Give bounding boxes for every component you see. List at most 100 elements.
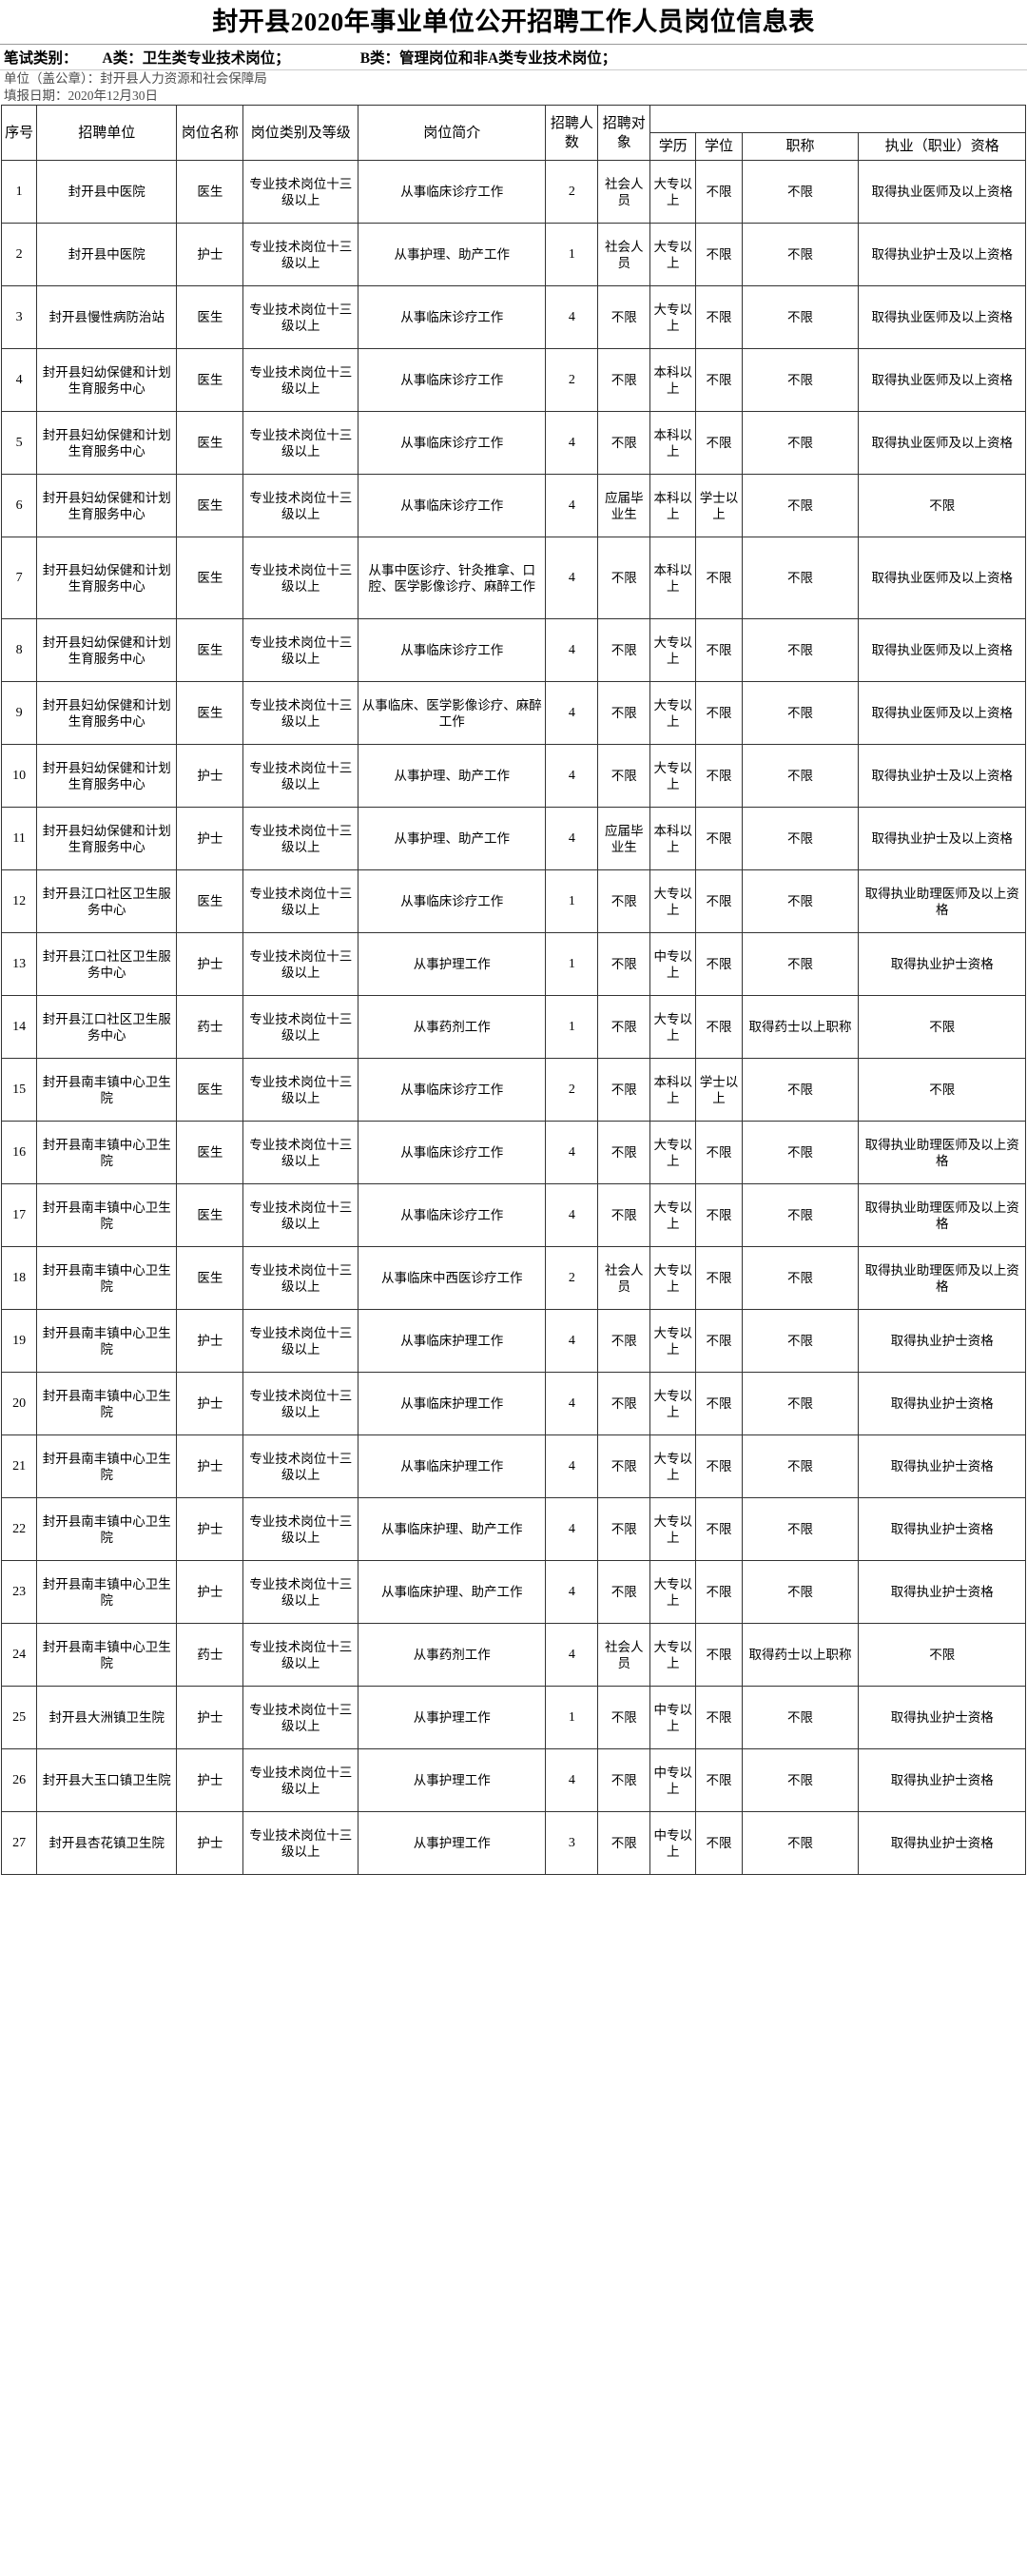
cell-job-title: 不限 xyxy=(741,1497,860,1561)
cell-post-category: 专业技术岗位十三级以上 xyxy=(242,618,359,682)
cell-degree: 不限 xyxy=(695,1560,743,1624)
cell-education: 本科以上 xyxy=(649,537,697,619)
cell-education: 大专以上 xyxy=(649,1246,697,1310)
cell-headcount: 1 xyxy=(545,932,599,996)
cell-target: 不限 xyxy=(597,1560,651,1624)
cell-post-category: 专业技术岗位十三级以上 xyxy=(242,995,359,1059)
cell-target: 社会人员 xyxy=(597,1623,651,1687)
cell-target: 社会人员 xyxy=(597,223,651,286)
cell-degree: 不限 xyxy=(695,1121,743,1184)
cell-post-desc: 从事护理、助产工作 xyxy=(358,744,547,808)
cell-degree: 不限 xyxy=(695,1183,743,1247)
cell-post-category: 专业技术岗位十三级以上 xyxy=(242,160,359,224)
cell-post-desc: 从事护理、助产工作 xyxy=(358,807,547,870)
cell-unit: 封开县江口社区卫生服务中心 xyxy=(36,932,178,996)
cell-post-category: 专业技术岗位十三级以上 xyxy=(242,1748,359,1812)
cell-post-category: 专业技术岗位十三级以上 xyxy=(242,932,359,996)
cell-degree: 不限 xyxy=(695,995,743,1059)
title-band: 封开县2020年事业单位公开招聘工作人员岗位信息表 xyxy=(0,0,1027,45)
cell-job-title: 不限 xyxy=(741,411,860,475)
cell-job-title: 不限 xyxy=(741,618,860,682)
cell-education: 本科以上 xyxy=(649,411,697,475)
cell-index: 16 xyxy=(0,1121,38,1184)
cell-job-title: 不限 xyxy=(741,1058,860,1122)
cell-unit: 封开县南丰镇中心卫生院 xyxy=(36,1121,178,1184)
cell-job-title: 不限 xyxy=(741,1121,860,1184)
cell-qualification: 取得执业护士资格 xyxy=(858,1372,1026,1435)
cell-qualification: 取得执业医师及以上资格 xyxy=(858,348,1026,412)
cell-post-name: 护士 xyxy=(176,1372,244,1435)
cell-qualification: 取得执业助理医师及以上资格 xyxy=(858,869,1026,933)
cell-target: 不限 xyxy=(597,348,651,412)
cell-job-title: 取得药士以上职称 xyxy=(741,1623,860,1687)
cell-unit: 封开县妇幼保健和计划生育服务中心 xyxy=(36,618,178,682)
cell-index: 24 xyxy=(0,1623,38,1687)
cell-unit: 封开县妇幼保健和计划生育服务中心 xyxy=(36,411,178,475)
cell-post-name: 护士 xyxy=(176,223,244,286)
cell-job-title: 不限 xyxy=(741,932,860,996)
cell-education: 本科以上 xyxy=(649,348,697,412)
cell-job-title: 不限 xyxy=(741,223,860,286)
cell-post-name: 医生 xyxy=(176,160,244,224)
cell-headcount: 1 xyxy=(545,223,599,286)
cell-degree: 不限 xyxy=(695,1246,743,1310)
cell-degree: 不限 xyxy=(695,285,743,349)
table-row: 7 封开县妇幼保健和计划生育服务中心 医生 专业技术岗位十三级以上 从事中医诊疗、针灸推… xyxy=(0,537,1026,619)
cell-education: 大专以上 xyxy=(649,1372,697,1435)
cell-headcount: 4 xyxy=(545,744,599,808)
cell-headcount: 4 xyxy=(545,681,599,745)
cell-unit: 封开县杏花镇卫生院 xyxy=(36,1811,178,1875)
cell-index: 23 xyxy=(0,1560,38,1624)
exam-category-band: 笔试类别： A类：卫生类专业技术岗位； B类：管理岗位和非A类专业技术岗位； xyxy=(0,45,1027,70)
cell-headcount: 1 xyxy=(545,869,599,933)
cell-post-desc: 从事临床护理工作 xyxy=(358,1309,547,1373)
cell-index: 22 xyxy=(0,1497,38,1561)
cell-post-desc: 从事临床护理工作 xyxy=(358,1434,547,1498)
cell-target: 不限 xyxy=(597,1309,651,1373)
cell-post-name: 医生 xyxy=(176,618,244,682)
cell-index: 13 xyxy=(0,932,38,996)
cell-headcount: 4 xyxy=(545,1183,599,1247)
cell-job-title: 不限 xyxy=(741,681,860,745)
table-body: 1 封开县中医院 医生 专业技术岗位十三级以上 从事临床诊疗工作 2 社会人员 大专以上 不限不… xyxy=(0,160,1026,1875)
cell-post-desc: 从事临床诊疗工作 xyxy=(358,1121,547,1184)
cell-job-title: 不限 xyxy=(741,474,860,537)
cell-post-name: 医生 xyxy=(176,474,244,537)
cell-post-desc: 从事临床诊疗工作 xyxy=(358,618,547,682)
exam-category-label: 笔试类别： xyxy=(4,50,78,67)
cell-post-desc: 从事临床诊疗工作 xyxy=(358,285,547,349)
cell-post-category: 专业技术岗位十三级以上 xyxy=(242,1497,359,1561)
cell-education: 中专以上 xyxy=(649,1811,697,1875)
cell-post-name: 医生 xyxy=(176,1246,244,1310)
table-row: 6 封开县妇幼保健和计划生育服务中心 医生 专业技术岗位十三级以上 从事临床诊疗工作 4 应… xyxy=(0,474,1026,537)
cell-headcount: 4 xyxy=(545,1372,599,1435)
cell-headcount: 2 xyxy=(545,348,599,412)
cell-degree: 不限 xyxy=(695,869,743,933)
cell-degree: 不限 xyxy=(695,1811,743,1875)
cell-headcount: 4 xyxy=(545,1623,599,1687)
cell-education: 中专以上 xyxy=(649,932,697,996)
cell-index: 14 xyxy=(0,995,38,1059)
cell-headcount: 2 xyxy=(545,160,599,224)
table-row: 18 封开县南丰镇中心卫生院 医生 专业技术岗位十三级以上 从事临床中西医诊疗工作 2 社会… xyxy=(0,1246,1026,1310)
cell-education: 本科以上 xyxy=(649,807,697,870)
cell-qualification: 取得执业护士及以上资格 xyxy=(858,807,1026,870)
cell-qualification: 取得执业护士资格 xyxy=(858,932,1026,996)
cell-target: 不限 xyxy=(597,932,651,996)
table-row: 15 封开县南丰镇中心卫生院 医生 专业技术岗位十三级以上 从事临床诊疗工作 2 不限 本科以… xyxy=(0,1058,1026,1122)
cell-qualification: 取得执业护士及以上资格 xyxy=(858,744,1026,808)
cell-job-title: 不限 xyxy=(741,537,860,619)
cell-target: 不限 xyxy=(597,537,651,619)
cell-index: 3 xyxy=(0,285,38,349)
cell-post-name: 护士 xyxy=(176,1497,244,1561)
cell-degree: 不限 xyxy=(695,537,743,619)
document-page: 封开县2020年事业单位公开招聘工作人员岗位信息表 笔试类别： A类：卫生类专业技… xyxy=(0,0,1027,1875)
cell-unit: 封开县妇幼保健和计划生育服务中心 xyxy=(36,807,178,870)
table-row: 8 封开县妇幼保健和计划生育服务中心 医生 专业技术岗位十三级以上 从事临床诊疗工作 4 不… xyxy=(0,618,1026,682)
cell-target: 不限 xyxy=(597,411,651,475)
cell-headcount: 4 xyxy=(545,411,599,475)
cell-index: 20 xyxy=(0,1372,38,1435)
cell-qualification: 取得执业医师及以上资格 xyxy=(858,537,1026,619)
cell-unit: 封开县南丰镇中心卫生院 xyxy=(36,1434,178,1498)
cell-qualification: 不限 xyxy=(858,474,1026,537)
